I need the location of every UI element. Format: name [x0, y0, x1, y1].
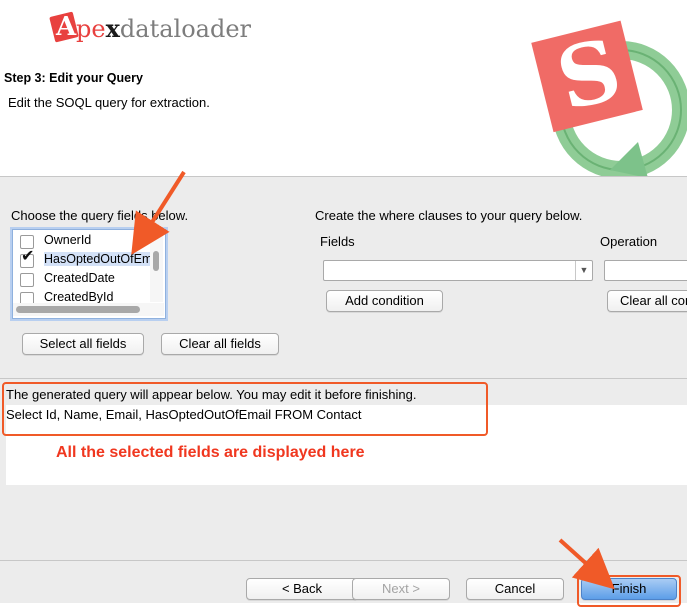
query-divider [0, 378, 687, 379]
back-button[interactable]: < Back [246, 578, 358, 600]
vertical-scroll-thumb[interactable] [153, 251, 159, 271]
clear-all-conditions-button[interactable]: Clear all conditions [607, 290, 687, 312]
fields-label: Fields [320, 234, 355, 249]
step-description: Edit the SOQL query for extraction. [8, 95, 210, 110]
annotation-text: All the selected fields are displayed he… [56, 444, 365, 461]
step-title: Step 3: Edit your Query [4, 71, 143, 85]
dataloader-logo-icon: S [531, 19, 687, 178]
field-checkbox[interactable] [20, 273, 34, 287]
cancel-button[interactable]: Cancel [466, 578, 564, 600]
finish-highlight-box [577, 575, 681, 607]
field-item-hasoptedoutofemail[interactable]: ✔ HasOptedOutOfEmail [13, 249, 150, 270]
operation-select[interactable] [604, 260, 687, 281]
field-checkbox[interactable]: ✔ [20, 249, 34, 268]
horizontal-scroll-thumb[interactable] [16, 306, 140, 313]
field-item-createddate[interactable]: CreatedDate [13, 270, 150, 289]
select-all-fields-button[interactable]: Select all fields [22, 333, 144, 355]
field-item-label: CreatedById [44, 290, 114, 304]
chevron-down-icon[interactable]: ▼ [575, 261, 592, 280]
where-clause-label: Create the where clauses to your query b… [315, 208, 583, 223]
clear-all-fields-button[interactable]: Clear all fields [161, 333, 279, 355]
add-condition-button[interactable]: Add condition [326, 290, 443, 312]
choose-fields-label: Choose the query fields below. [11, 208, 189, 223]
next-button[interactable]: Next > [352, 578, 450, 600]
checkmark-icon: ✔ [21, 248, 35, 265]
field-item-label: OwnerId [44, 233, 92, 247]
query-highlight-box [2, 382, 488, 436]
footer-divider [0, 560, 687, 561]
field-checkbox[interactable] [20, 235, 34, 249]
operation-label: Operation [600, 234, 658, 249]
field-item-label: HasOptedOutOfEmail [44, 252, 150, 266]
field-item-label: CreatedDate [44, 271, 115, 285]
where-field-select[interactable]: ▼ [323, 260, 593, 281]
